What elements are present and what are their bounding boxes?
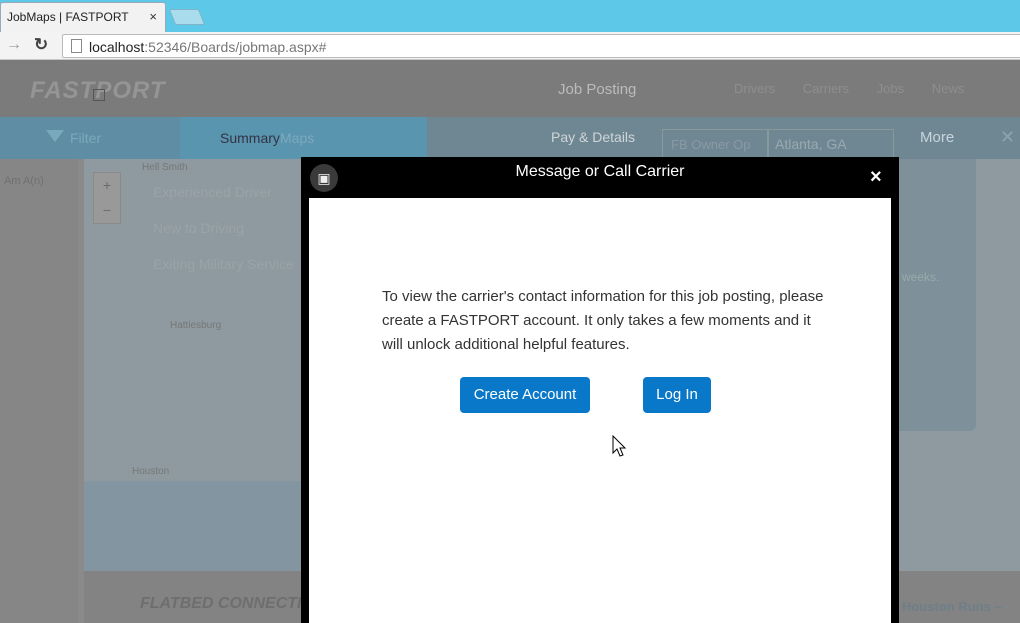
- url-text: localhost:52346/Boards/jobmap.aspx#: [89, 39, 327, 55]
- nav-item-news[interactable]: News: [932, 81, 965, 96]
- close-panel-icon[interactable]: ✕: [1000, 127, 1015, 148]
- job-type-field[interactable]: FB Owner Op: [662, 129, 768, 159]
- filter-button[interactable]: Filter: [0, 117, 180, 159]
- close-icon[interactable]: ×: [870, 167, 882, 187]
- reload-icon[interactable]: ↻: [34, 35, 48, 55]
- left-column-text: Am A(n): [4, 175, 44, 187]
- zoom-control: + −: [93, 172, 121, 224]
- tab-title: JobMaps | FASTPORT: [7, 10, 129, 24]
- job-card-title[interactable]: Houston Runs –: [902, 599, 1002, 614]
- modal-body: To view the carrier's contact informatio…: [309, 198, 891, 623]
- map-label-houston: Houston: [132, 466, 170, 477]
- right-panel: [898, 159, 976, 431]
- tab-pay-details[interactable]: Pay & Details: [551, 129, 635, 145]
- left-column: Am A(n): [0, 159, 78, 623]
- nav-item-carriers[interactable]: Carriers: [803, 81, 849, 96]
- location-field[interactable]: Atlanta, GA: [768, 129, 894, 159]
- modal-message: To view the carrier's contact informatio…: [382, 288, 824, 353]
- message-carrier-modal: Message or Call Carrier ▣ × To view the …: [301, 157, 899, 623]
- nav-item-jobs[interactable]: Jobs: [877, 81, 904, 96]
- maps-label: Maps: [280, 130, 315, 146]
- back-arrow-icon[interactable]: →: [6, 36, 22, 54]
- window-icon: [93, 89, 105, 101]
- tab-summary[interactable]: Summary Maps: [180, 117, 427, 159]
- map-label-hattiesburg: Hattiesburg: [170, 320, 222, 331]
- funnel-icon: [46, 130, 64, 142]
- mouse-cursor-icon: [612, 435, 627, 457]
- address-bar[interactable]: localhost:52346/Boards/jobmap.aspx#: [62, 34, 1020, 58]
- page-icon: [71, 39, 82, 53]
- window-icon[interactable]: ▣: [310, 164, 338, 192]
- modal-title: Message or Call Carrier: [515, 163, 685, 180]
- nav-item-drivers[interactable]: Drivers: [734, 81, 775, 96]
- browser-tab-strip: JobMaps | FASTPORT ×: [0, 0, 1020, 32]
- option-exiting-military[interactable]: Exiting Military Service: [153, 256, 294, 272]
- more-button[interactable]: More: [920, 129, 954, 146]
- zoom-in-button[interactable]: +: [94, 173, 120, 198]
- modal-header: Message or Call Carrier ▣ ×: [301, 157, 899, 198]
- browser-tab[interactable]: JobMaps | FASTPORT ×: [0, 2, 166, 32]
- new-tab-button[interactable]: [168, 9, 206, 25]
- map-label-city: Hell Smith: [142, 162, 188, 173]
- browser-toolbar: → ↻ localhost:52346/Boards/jobmap.aspx#: [0, 32, 1020, 60]
- create-account-button[interactable]: Create Account: [460, 377, 590, 413]
- top-nav: Drivers Carriers Jobs News: [734, 81, 988, 96]
- option-new-to-driving[interactable]: New to Driving: [153, 220, 244, 236]
- summary-label: Summary: [220, 130, 280, 146]
- filter-label: Filter: [70, 130, 102, 146]
- header-title: Job Posting: [558, 81, 637, 98]
- site-header: FASTPORT Job Posting Drivers Carriers Jo…: [0, 61, 1020, 117]
- option-experienced-driver[interactable]: Experienced Driver: [153, 184, 272, 200]
- zoom-out-button[interactable]: −: [94, 198, 120, 223]
- right-panel-text: weeks.: [902, 270, 940, 284]
- log-in-button[interactable]: Log In: [643, 377, 711, 413]
- tab-close-icon[interactable]: ×: [149, 9, 157, 24]
